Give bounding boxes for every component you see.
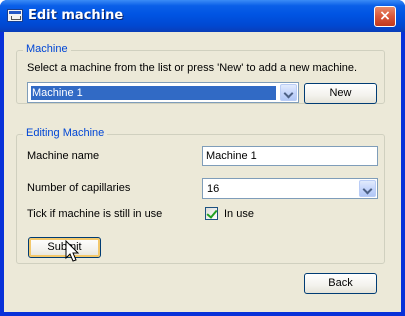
new-button[interactable]: New <box>304 83 377 104</box>
in-use-label: Tick if machine is still in use <box>27 208 163 220</box>
dialog-body: Machine Select a machine from the list o… <box>4 32 401 312</box>
title-bar[interactable]: Edit machine × <box>0 0 405 32</box>
machine-name-label: Machine name <box>27 150 100 162</box>
machine-name-input[interactable]: Machine 1 <box>202 146 378 166</box>
editing-group-legend: Editing Machine <box>23 127 108 139</box>
in-use-checkbox-label[interactable]: In use <box>224 208 254 220</box>
dropdown-arrow-icon[interactable] <box>359 180 376 197</box>
machine-instruction-text: Select a machine from the list or press … <box>27 62 358 74</box>
in-use-checkbox[interactable] <box>205 207 218 220</box>
window-title: Edit machine <box>28 8 124 23</box>
capillaries-select[interactable]: 16 <box>202 178 378 199</box>
machine-group-legend: Machine <box>23 43 71 55</box>
back-button[interactable]: Back <box>304 273 377 294</box>
capillaries-label: Number of capillaries <box>27 182 131 194</box>
capillaries-select-value: 16 <box>207 183 220 195</box>
dropdown-arrow-icon[interactable] <box>280 84 297 101</box>
machine-select-value: Machine 1 <box>31 86 276 100</box>
window-icon <box>7 9 23 22</box>
mouse-cursor-icon <box>65 240 80 262</box>
machine-select[interactable]: Machine 1 <box>27 82 299 103</box>
edit-machine-window: Edit machine × Machine Select a machine … <box>0 0 405 316</box>
close-button[interactable]: × <box>374 6 396 27</box>
close-icon: × <box>379 8 391 24</box>
